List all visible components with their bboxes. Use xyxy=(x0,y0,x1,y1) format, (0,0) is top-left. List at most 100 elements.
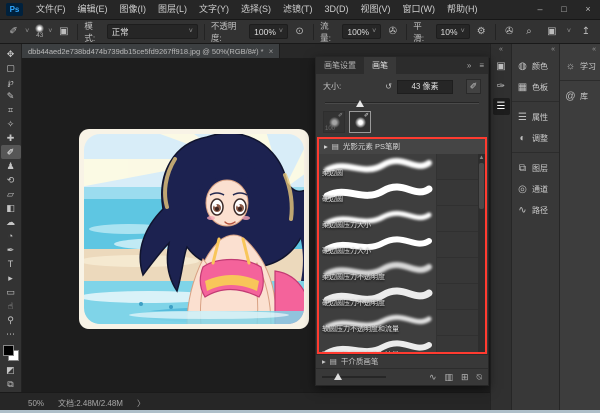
brush-item[interactable]: 硬边圆压力大小 xyxy=(319,232,485,258)
hand-tool[interactable]: ☝ xyxy=(1,299,21,313)
search-icon[interactable]: ⌕ xyxy=(521,24,537,40)
panel-learn[interactable]: ☼ 学习 xyxy=(560,56,600,77)
airbrush-icon[interactable]: ✇ xyxy=(385,24,400,40)
menu-type[interactable]: 文字(Y) xyxy=(193,0,235,19)
menu-edit[interactable]: 编辑(E) xyxy=(72,0,114,19)
menu-help[interactable]: 帮助(H) xyxy=(441,0,484,19)
history-brush-tool[interactable]: ⟲ xyxy=(1,173,21,187)
collapse-dock-icon[interactable]: « xyxy=(560,46,600,56)
panel-channels[interactable]: ◎ 通道 xyxy=(512,179,559,200)
document-tab[interactable]: dbb44aed2e738bd474b739db15ce5fd9267ff918… xyxy=(22,44,280,58)
current-tool-brush-icon[interactable]: ✐ xyxy=(6,24,21,40)
tab-brush-settings[interactable]: 画笔设置 xyxy=(316,57,364,74)
menu-3d[interactable]: 3D(D) xyxy=(319,0,355,19)
healing-brush-tool[interactable]: ✚ xyxy=(1,131,21,145)
opacity-field[interactable]: 100% ˅ xyxy=(249,24,288,39)
zoom-level[interactable]: 50% xyxy=(28,399,44,408)
screen-mode-icon[interactable]: ⧉ xyxy=(1,377,21,391)
type-tool[interactable]: T xyxy=(1,257,21,271)
new-brush-icon[interactable]: ⊞ xyxy=(461,372,469,383)
minimize-button[interactable]: – xyxy=(528,0,552,19)
brush-tool[interactable]: ✐ xyxy=(1,145,21,159)
panel-paths[interactable]: ∿ 路径 xyxy=(512,200,559,221)
brush-item[interactable]: 柔边圆压力不透明度 xyxy=(319,258,485,284)
lasso-tool[interactable]: ℘ xyxy=(1,75,21,89)
eraser-tool[interactable]: ▱ xyxy=(1,187,21,201)
crop-tool[interactable]: ⌗ xyxy=(1,103,21,117)
smoothing-gear-icon[interactable]: ⚙ xyxy=(474,24,489,40)
scrollbar-thumb[interactable] xyxy=(479,163,484,209)
scroll-up-icon[interactable]: ▲ xyxy=(478,154,485,162)
menu-file[interactable]: 文件(F) xyxy=(30,0,72,19)
panel-properties[interactable]: ☰ 属性 xyxy=(512,107,559,128)
delete-brush-icon[interactable]: ⍉ xyxy=(477,372,482,383)
status-chevron-icon[interactable]: 〉 xyxy=(137,398,145,409)
maximize-button[interactable]: □ xyxy=(552,0,576,19)
pen-pressure-toggle[interactable]: ✐ xyxy=(466,79,481,94)
size-slider[interactable] xyxy=(325,99,479,107)
eyedropper-tool[interactable]: ✧ xyxy=(1,117,21,131)
panel-adjustments[interactable]: ◐ 调整 xyxy=(512,128,559,149)
path-selection-tool[interactable]: ▸ xyxy=(1,271,21,285)
quick-selection-tool[interactable]: ✎ xyxy=(1,89,21,103)
panel-colors[interactable]: ◍ 颜色 xyxy=(512,56,559,77)
brush-group-collapsed[interactable]: ▸ ▤ 干介质画笔 xyxy=(316,354,488,368)
smoothing-field[interactable]: 10% ˅ xyxy=(436,24,470,39)
stroke-preview-toggle-icon[interactable]: ∿ xyxy=(429,372,437,383)
menu-filter[interactable]: 滤镜(T) xyxy=(277,0,319,19)
recent-brush-item-selected[interactable]: ✐ xyxy=(349,111,371,133)
brush-list-scrollbar[interactable]: ▲ xyxy=(478,154,485,352)
reset-size-icon[interactable]: ↺ xyxy=(385,82,392,91)
workspace-switcher-icon[interactable]: ▣ xyxy=(544,24,560,40)
panel-layers[interactable]: ⧉ 图层 xyxy=(512,158,559,179)
menu-view[interactable]: 视图(V) xyxy=(355,0,397,19)
pen-tool[interactable]: ✒ xyxy=(1,243,21,257)
brush-item[interactable]: 硬边圆 xyxy=(319,180,485,206)
size-value-field[interactable]: 43 像素 xyxy=(397,80,453,94)
tab-brushes[interactable]: 画笔 xyxy=(364,57,396,74)
document-image[interactable] xyxy=(79,129,309,329)
flow-field[interactable]: 100% ˅ xyxy=(342,24,381,39)
collapse-panel-icon[interactable]: » xyxy=(463,57,475,74)
marquee-tool[interactable]: ▢ xyxy=(1,61,21,75)
new-group-icon[interactable]: ▥ xyxy=(445,372,454,383)
tablet-pressure-icon[interactable]: ✇ xyxy=(502,24,517,40)
collapse-dock-icon[interactable]: « xyxy=(512,46,559,56)
menu-image[interactable]: 图像(I) xyxy=(114,0,153,19)
brush-item[interactable]: 软圆压力不透明度和流量 xyxy=(319,310,485,336)
blur-tool[interactable]: ☁ xyxy=(1,215,21,229)
thumbnail-size-slider[interactable] xyxy=(322,373,386,381)
brushes-panel-icon[interactable]: ☰ xyxy=(493,98,510,115)
brush-settings-panel-icon[interactable]: ✑ xyxy=(493,78,510,95)
gradient-tool[interactable]: ◧ xyxy=(1,201,21,215)
brush-preset-picker[interactable]: 43 xyxy=(35,24,44,39)
panel-libraries[interactable]: @ 库 xyxy=(560,86,600,107)
brush-item[interactable]: 硬边圆压力不透明度 xyxy=(319,284,485,310)
brush-item[interactable]: 柔边圆压力大小 xyxy=(319,206,485,232)
share-icon[interactable]: ↥ xyxy=(578,24,594,40)
menu-select[interactable]: 选择(S) xyxy=(235,0,277,19)
brush-group-header[interactable]: ▸ ▤ 光影元素 PS笔刷 xyxy=(319,139,485,154)
color-swatches[interactable] xyxy=(3,345,19,361)
mode-select[interactable]: 正常 ˅ xyxy=(107,24,198,39)
opacity-pressure-icon[interactable]: ⊙ xyxy=(292,24,307,40)
chevron-down-icon[interactable]: ˅ xyxy=(48,28,52,35)
collapse-dock-icon[interactable]: « xyxy=(499,46,503,55)
panel-menu-icon[interactable]: ≡ xyxy=(475,57,488,74)
quick-mask-icon[interactable]: ◩ xyxy=(1,363,21,377)
recent-brush-item[interactable]: ✐ 100 xyxy=(323,111,345,133)
toggle-brush-panel-icon[interactable]: ▣ xyxy=(56,24,71,40)
menu-window[interactable]: 窗口(W) xyxy=(397,0,442,19)
clone-stamp-tool[interactable]: ♟ xyxy=(1,159,21,173)
close-button[interactable]: × xyxy=(576,0,600,19)
menu-layer[interactable]: 图层(L) xyxy=(152,0,193,19)
slider-thumb[interactable] xyxy=(356,100,364,107)
brush-item[interactable]: 柔边圆 xyxy=(319,154,485,180)
chevron-down-icon[interactable]: ˅ xyxy=(567,28,571,35)
rectangle-tool[interactable]: ▭ xyxy=(1,285,21,299)
edit-toolbar-icon[interactable]: ⋯ xyxy=(1,327,21,341)
close-tab-icon[interactable]: × xyxy=(269,47,274,56)
foreground-color-swatch[interactable] xyxy=(3,345,14,356)
move-tool[interactable]: ✥ xyxy=(1,47,21,61)
dodge-tool[interactable]: ◔ xyxy=(1,229,21,243)
